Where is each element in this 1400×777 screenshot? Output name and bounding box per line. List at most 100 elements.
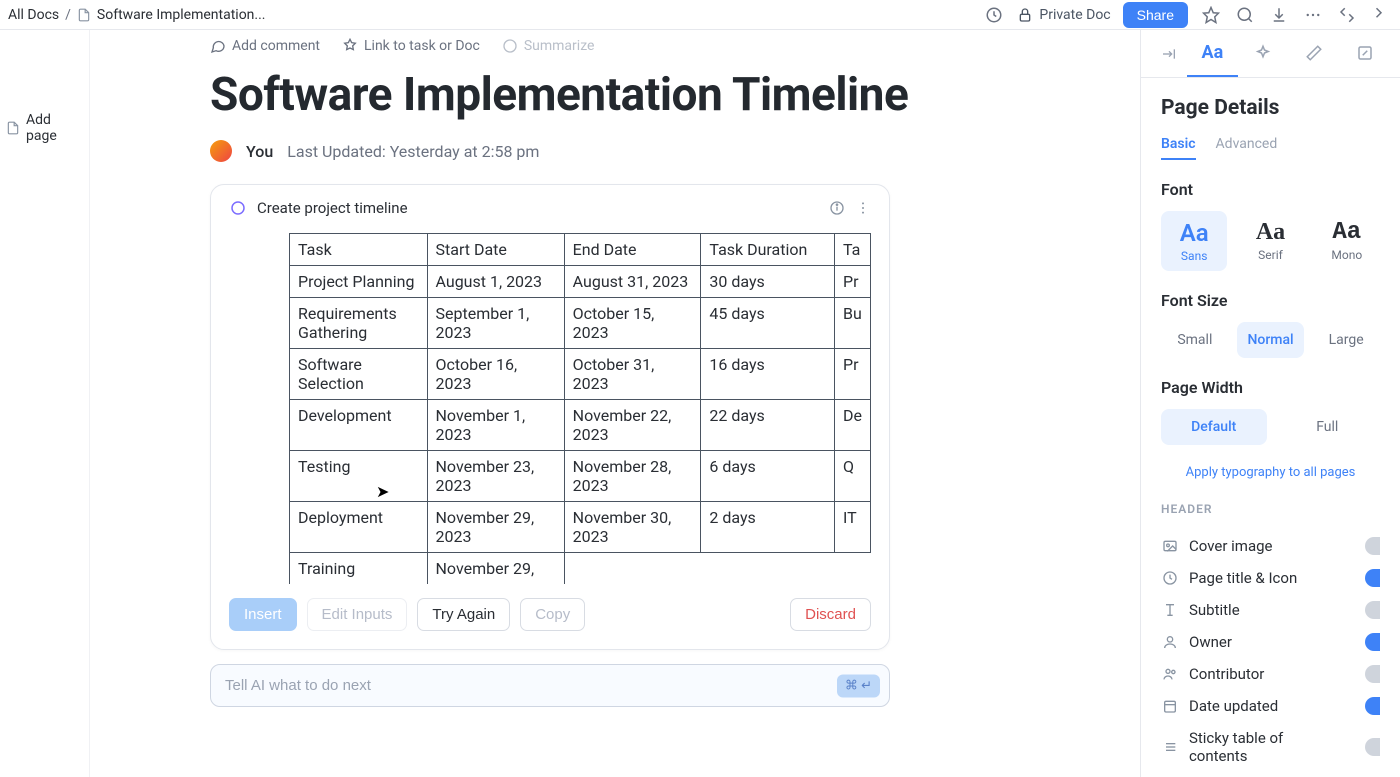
title-icon <box>1161 570 1179 586</box>
doc-actions: Add comment Link to task or Doc Summariz… <box>210 38 1100 54</box>
image-icon <box>1161 538 1179 554</box>
toggle-switch[interactable] <box>1365 665 1380 683</box>
th-task: Task <box>290 234 428 266</box>
font-sample-sans: Aa <box>1165 219 1223 247</box>
add-comment-label: Add comment <box>232 38 320 54</box>
size-large[interactable]: Large <box>1312 322 1380 358</box>
cursor-icon: ➤ <box>376 482 389 501</box>
font-options: Aa Sans Aa Serif Aa Mono <box>1161 211 1380 271</box>
toggle-switch[interactable] <box>1365 601 1380 619</box>
sidebar-subtabs: Basic Advanced <box>1161 136 1380 160</box>
ai-button-row: Insert Edit Inputs Try Again Copy Discar… <box>229 598 871 631</box>
subtab-advanced[interactable]: Advanced <box>1216 136 1278 160</box>
info-icon[interactable] <box>829 200 845 216</box>
th-end: End Date <box>564 234 701 266</box>
header-section-label: HEADER <box>1161 502 1380 516</box>
toggle-sticky-toc[interactable]: Sticky table of contents <box>1161 722 1380 772</box>
apply-typography-link[interactable]: Apply typography to all pages <box>1161 465 1380 480</box>
tab-export[interactable] <box>1339 30 1390 77</box>
table-row: Requirements GatheringSeptember 1, 2023O… <box>290 298 871 349</box>
font-size-label: Font Size <box>1161 291 1380 310</box>
list-icon <box>1161 739 1179 755</box>
font-section-label: Font <box>1161 180 1380 199</box>
search-icon[interactable] <box>1234 4 1256 26</box>
toggle-switch[interactable] <box>1365 569 1380 587</box>
copy-button[interactable]: Copy <box>520 598 585 631</box>
insert-button[interactable]: Insert <box>229 598 297 631</box>
add-page-icon <box>6 121 20 135</box>
font-sample-mono: Aa <box>1318 219 1376 246</box>
width-full[interactable]: Full <box>1275 409 1381 445</box>
tab-edit[interactable] <box>1289 30 1340 77</box>
toggle-owner[interactable]: Owner <box>1161 626 1380 658</box>
share-button[interactable]: Share <box>1123 2 1188 28</box>
tab-typography[interactable]: Aa <box>1187 30 1238 77</box>
text-icon <box>1161 602 1179 618</box>
add-page-label: Add page <box>26 112 83 144</box>
ai-card: Create project timeline Task Start Date … <box>210 184 890 650</box>
toggle-label: Owner <box>1189 633 1232 651</box>
width-default[interactable]: Default <box>1161 409 1267 445</box>
font-opt-mono[interactable]: Aa Mono <box>1314 211 1380 271</box>
doc-author: You <box>246 142 273 161</box>
left-rail: Add page <box>0 30 90 777</box>
subtab-basic[interactable]: Basic <box>1161 136 1196 160</box>
download-icon[interactable] <box>1268 4 1290 26</box>
history-icon[interactable] <box>983 4 1005 26</box>
toggle-label: Page title & Icon <box>1189 569 1297 587</box>
table-row: TrainingNovember 29, <box>290 553 871 585</box>
more-vertical-icon[interactable] <box>855 200 871 216</box>
toggle-switch[interactable] <box>1365 697 1380 715</box>
sidebar: Aa Page Details Basic Advanced Font Aa <box>1140 30 1400 777</box>
ai-sparkle-icon <box>229 199 247 217</box>
discard-button[interactable]: Discard <box>790 598 871 631</box>
table-row: DeploymentNovember 29, 2023November 30, … <box>290 502 871 553</box>
toggle-date-updated[interactable]: Date updated <box>1161 690 1380 722</box>
font-opt-sans[interactable]: Aa Sans <box>1161 211 1227 271</box>
summarize-action[interactable]: Summarize <box>502 38 595 54</box>
link-task-action[interactable]: Link to task or Doc <box>342 38 480 54</box>
collapse-icon[interactable] <box>1336 4 1358 26</box>
ai-table-wrapper: Task Start Date End Date Task Duration T… <box>289 233 871 584</box>
link-task-label: Link to task or Doc <box>364 38 480 54</box>
font-opt-serif[interactable]: Aa Serif <box>1237 211 1303 271</box>
toggle-switch[interactable] <box>1365 633 1380 651</box>
font-size-options: Small Normal Large <box>1161 322 1380 358</box>
toggle-switch[interactable] <box>1365 738 1380 756</box>
avatar <box>210 140 232 162</box>
table-row: DevelopmentNovember 1, 2023November 22, … <box>290 400 871 451</box>
edit-inputs-button[interactable]: Edit Inputs <box>307 598 408 631</box>
breadcrumb-doc[interactable]: Software Implementation... <box>97 7 266 23</box>
font-name-serif: Serif <box>1241 248 1299 262</box>
toggle-cover-image[interactable]: Cover image <box>1161 530 1380 562</box>
page-width-label: Page Width <box>1161 378 1380 397</box>
privacy-status[interactable]: Private Doc <box>1017 7 1110 23</box>
font-name-sans: Sans <box>1165 249 1223 263</box>
toggle-label: Sticky table of contents <box>1189 729 1345 765</box>
ai-prompt-input[interactable] <box>210 664 890 707</box>
document-content: Add comment Link to task or Doc Summariz… <box>90 30 1140 777</box>
size-small[interactable]: Small <box>1161 322 1229 358</box>
topbar-actions: Private Doc Share <box>983 2 1392 28</box>
toggle-subtitle[interactable]: Subtitle <box>1161 594 1380 626</box>
summarize-label: Summarize <box>524 38 595 54</box>
toggle-contributor[interactable]: Contributor <box>1161 658 1380 690</box>
toggle-switch[interactable] <box>1365 537 1380 555</box>
expand-icon[interactable] <box>1370 4 1392 26</box>
breadcrumb-root[interactable]: All Docs <box>8 7 59 23</box>
sidebar-title: Page Details <box>1161 96 1380 120</box>
table-header-row: Task Start Date End Date Task Duration T… <box>290 234 871 266</box>
toggle-page-title[interactable]: Page title & Icon <box>1161 562 1380 594</box>
page-title[interactable]: Software Implementation Timeline <box>210 68 1100 122</box>
try-again-button[interactable]: Try Again <box>417 598 510 631</box>
sidebar-collapse-icon[interactable] <box>1151 30 1187 77</box>
tab-ai[interactable] <box>1238 30 1289 77</box>
star-icon[interactable] <box>1200 4 1222 26</box>
table-row: Software SelectionOctober 16, 2023Octobe… <box>290 349 871 400</box>
size-normal[interactable]: Normal <box>1237 322 1305 358</box>
add-comment-action[interactable]: Add comment <box>210 38 320 54</box>
add-page-button[interactable]: Add page <box>6 112 83 144</box>
ai-card-title: Create project timeline <box>257 199 408 217</box>
table-row: Project PlanningAugust 1, 2023August 31,… <box>290 266 871 298</box>
more-icon[interactable] <box>1302 4 1324 26</box>
